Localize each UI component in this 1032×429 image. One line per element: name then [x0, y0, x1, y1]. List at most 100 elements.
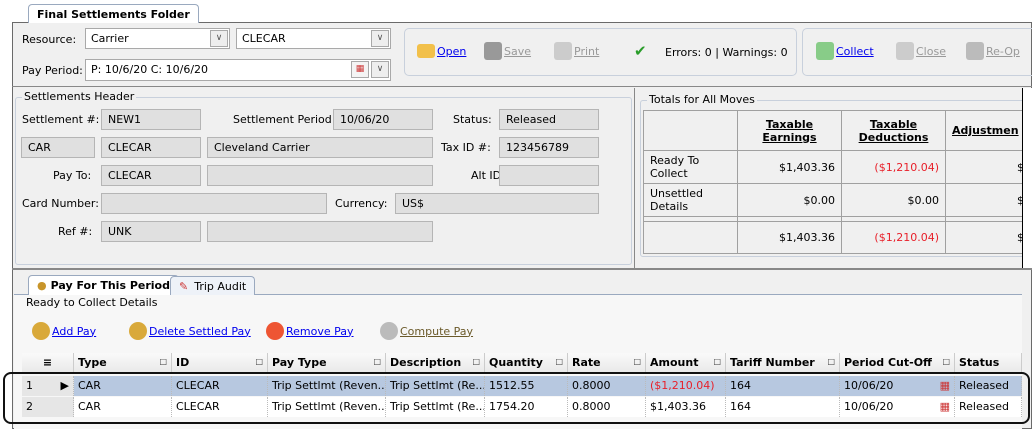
adjustments-value: $	[945, 150, 1032, 184]
col-rate[interactable]: Rate □	[568, 353, 646, 373]
earnings-value: $1,403.36	[737, 221, 842, 254]
row-label: Unsettled Details	[643, 183, 738, 217]
adjustments-value: $	[945, 221, 1032, 254]
col-status[interactable]: Status	[955, 353, 1022, 373]
money-bag-icon	[380, 322, 398, 340]
divider	[12, 86, 1032, 87]
tax-id-field: 123456789	[499, 137, 599, 158]
settlement-number-field: NEW1	[101, 109, 201, 130]
save-label: Save	[504, 44, 532, 58]
pay-to-field: CLECAR	[101, 165, 201, 186]
col-pay-type[interactable]: Pay Type □	[268, 353, 386, 373]
resource-type-value: Carrier	[91, 32, 129, 45]
print-label: Print	[574, 44, 600, 58]
resource-id-value: CLECAR	[242, 32, 286, 45]
grid-header: ≡ Type □ ID □ Pay Type □ Description □ Quant…	[22, 353, 1022, 373]
settlements-header-title: Settlements Header	[22, 90, 137, 103]
resource-id-select[interactable]: CLECAR ∨	[236, 28, 391, 49]
deductions-value: ($1,210.04)	[841, 221, 946, 254]
row-label	[643, 221, 738, 254]
save-icon	[484, 42, 502, 60]
collect-icon	[816, 42, 834, 60]
col-taxable-deductions: Taxable Deductions	[841, 110, 946, 151]
currency-field: US$	[395, 193, 599, 214]
totals-corner	[643, 110, 738, 151]
tab-final-settlements-folder[interactable]: Final Settlements Folder	[28, 4, 199, 23]
compute-pay-label: Compute Pay	[400, 324, 474, 338]
compute-pay-button[interactable]: Compute Pay	[380, 322, 473, 340]
reopen-icon	[966, 42, 984, 60]
details-title: Ready to Collect Details	[26, 296, 158, 309]
delete-money-bag-icon	[129, 322, 147, 340]
col-period-cut-off[interactable]: Period Cut-Off □	[840, 353, 955, 373]
deductions-value: $0.00	[841, 183, 946, 217]
reopen-label: Re-Op	[986, 44, 1020, 58]
settlement-period-field: 10/06/20	[333, 109, 433, 130]
tab-label: Pay For This Period	[50, 279, 170, 292]
ref-field: UNK	[101, 221, 201, 242]
col-taxable-earnings: Taxable Earnings	[737, 110, 842, 151]
col-amount[interactable]: Amount □	[646, 353, 726, 373]
open-button[interactable]: Open	[417, 44, 466, 58]
col-id[interactable]: ID □	[172, 353, 268, 373]
tax-id-label: Tax ID #:	[441, 141, 491, 154]
currency-label: Currency:	[335, 197, 388, 210]
vertical-divider	[634, 88, 635, 268]
settlement-period-label: Settlement Period:	[233, 113, 336, 126]
resource-id-field: CLECAR	[101, 137, 201, 158]
delete-settled-pay-label: Delete Settled Pay	[149, 324, 251, 338]
printer-icon	[554, 42, 572, 60]
chevron-down-icon[interactable]: ∨	[210, 30, 228, 47]
tab-label: Trip Audit	[194, 279, 247, 293]
chevron-down-icon[interactable]: ∨	[371, 61, 389, 78]
settlement-number-label: Settlement #:	[22, 113, 100, 126]
ref-label: Ref #:	[58, 225, 93, 238]
collect-label: Collect	[836, 44, 874, 58]
resource-name-field: Cleveland Carrier	[207, 137, 433, 158]
pay-to-label: Pay To:	[53, 169, 92, 182]
collect-button[interactable]: Collect	[816, 42, 874, 60]
column-chooser-icon[interactable]: ≡	[22, 353, 74, 373]
add-pay-button[interactable]: Add Pay	[32, 322, 96, 340]
col-tariff-number[interactable]: Tariff Number □	[726, 353, 840, 373]
resource-type-select[interactable]: Carrier ∨	[85, 28, 230, 49]
earnings-value: $0.00	[737, 183, 842, 217]
status-text: Errors: 0 | Warnings: 0	[665, 46, 788, 59]
row-label: Ready To Collect	[643, 150, 738, 184]
calendar-icon[interactable]: ▦	[351, 61, 369, 78]
totals-title: Totals for All Moves	[647, 93, 757, 106]
no-dollar-icon	[266, 322, 284, 340]
deductions-value: ($1,210.04)	[841, 150, 946, 184]
resource-type-field: CAR	[21, 137, 95, 158]
card-number-label: Card Number:	[22, 197, 99, 210]
close-button[interactable]: Close	[896, 42, 946, 60]
col-type[interactable]: Type □	[74, 353, 172, 373]
pay-period-field[interactable]: P: 10/6/20 C: 10/6/20 ▦ ∨	[85, 59, 391, 81]
alt-id-field	[499, 165, 599, 186]
tab-trip-audit[interactable]: ✎ Trip Audit	[170, 276, 256, 295]
close-label: Close	[916, 44, 946, 58]
divider	[12, 268, 1032, 270]
highlight-outline	[3, 372, 1030, 424]
col-quantity[interactable]: Quantity □	[485, 353, 568, 373]
remove-pay-button[interactable]: Remove Pay	[266, 322, 354, 340]
earnings-value: $1,403.36	[737, 150, 842, 184]
delete-settled-pay-button[interactable]: Delete Settled Pay	[129, 322, 251, 340]
check-icon: ✔	[634, 42, 647, 60]
ref-extra-field	[207, 221, 433, 242]
tab-pay-for-this-period[interactable]: ● Pay For This Period	[28, 275, 179, 295]
adjustments-value: $	[945, 183, 1032, 217]
lock-envelope-icon	[896, 42, 914, 60]
save-button[interactable]: Save	[484, 42, 531, 60]
pay-to-name-field	[207, 165, 433, 186]
chevron-down-icon[interactable]: ∨	[371, 30, 389, 47]
card-number-field	[101, 193, 327, 214]
col-adjustments: Adjustmen	[945, 110, 1032, 151]
totals-table: Taxable Earnings Taxable Deductions Adjust…	[643, 110, 1032, 254]
remove-pay-label: Remove Pay	[286, 324, 354, 338]
resource-label: Resource:	[22, 33, 77, 46]
pay-period-value: P: 10/6/20 C: 10/6/20	[91, 63, 209, 76]
reopen-button[interactable]: Re-Op	[966, 42, 1020, 60]
col-description[interactable]: Description □	[386, 353, 485, 373]
print-button[interactable]: Print	[554, 42, 599, 60]
